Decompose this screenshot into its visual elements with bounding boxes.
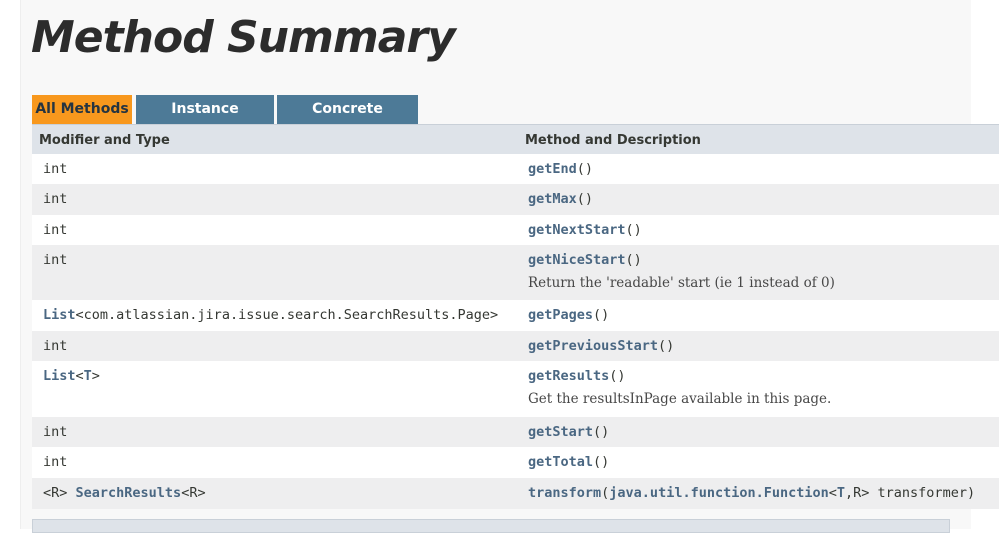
type-param-decl: <R> [43, 485, 76, 501]
params-rest: ,R> transformer) [845, 485, 976, 501]
method-link[interactable]: getPreviousStart [528, 338, 658, 354]
method-link[interactable]: getNextStart [528, 222, 626, 238]
tab-all-methods[interactable]: All Methods [32, 95, 132, 124]
table-row: int getEnd() [32, 154, 999, 184]
param-type-arg-link[interactable]: T [837, 485, 845, 501]
method-description: Get the resultsInPage available in this … [528, 391, 832, 407]
method-link[interactable]: getResults [528, 368, 609, 384]
column-header-method: Method and Description [525, 133, 701, 148]
method-signature: transform(java.util.function.Function<T,… [528, 485, 975, 501]
method-link[interactable]: getMax [528, 191, 577, 207]
method-params: () [593, 454, 610, 470]
table-row: int getTotal() [32, 447, 999, 478]
return-type: int [43, 338, 68, 354]
table-header: Modifier and Type Method and Description [32, 124, 999, 155]
method-params: () [625, 252, 642, 268]
method-link[interactable]: getPages [528, 307, 593, 323]
return-type: int [43, 222, 68, 238]
return-type: int [43, 252, 68, 268]
return-type: List<com.atlassian.jira.issue.search.Sea… [43, 307, 498, 323]
method-signature: getMax() [528, 191, 593, 207]
type-link[interactable]: List [43, 307, 76, 323]
method-signature: getStart() [528, 424, 609, 440]
type-generic: <com.atlassian.jira.issue.search.SearchR… [75, 307, 499, 323]
table-row: int getNiceStart() Return the 'readable'… [32, 245, 999, 300]
next-section-header [32, 519, 950, 533]
table-row: List<com.atlassian.jira.issue.search.Sea… [32, 300, 999, 331]
method-link[interactable]: transform [528, 485, 601, 501]
page-title: Method Summary [31, 12, 456, 63]
param-generic-open: < [828, 485, 837, 501]
method-signature: getPreviousStart() [528, 338, 674, 354]
method-signature: getNiceStart() [528, 252, 642, 268]
method-signature: getNextStart() [528, 222, 642, 238]
method-params: () [593, 424, 610, 440]
method-description: Return the 'readable' start (ie 1 instea… [528, 275, 835, 291]
table-row: <R> SearchResults<R> transform(java.util… [32, 478, 999, 509]
method-params: () [625, 222, 642, 238]
method-params: () [658, 338, 675, 354]
param-type-link[interactable]: java.util.function.Function [609, 485, 828, 501]
type-link[interactable]: List [43, 368, 76, 384]
tab-instance-methods[interactable]: Instance Methods [136, 95, 274, 146]
type-link[interactable]: SearchResults [76, 485, 182, 501]
type-generic-close: > [91, 368, 100, 384]
type-param-link[interactable]: T [84, 368, 92, 384]
return-type: int [43, 191, 68, 207]
table-row: int getNextStart() [32, 215, 999, 245]
return-type: int [43, 454, 68, 470]
return-type: <R> SearchResults<R> [43, 485, 206, 501]
table-row: int getPreviousStart() [32, 331, 999, 361]
type-generic: <R> [181, 485, 206, 501]
method-link[interactable]: getNiceStart [528, 252, 626, 268]
table-row: List<T> getResults() Get the resultsInPa… [32, 361, 999, 417]
type-generic-open: < [75, 368, 84, 384]
method-params: () [609, 368, 626, 384]
method-signature: getPages() [528, 307, 609, 323]
return-type: int [43, 161, 68, 177]
column-header-type: Modifier and Type [39, 133, 170, 148]
tab-concrete-methods[interactable]: Concrete Methods [277, 95, 418, 146]
method-params: () [576, 191, 594, 207]
method-params: () [593, 307, 610, 323]
return-type: List<T> [43, 368, 100, 384]
method-signature: getResults() [528, 368, 626, 384]
method-link[interactable]: getEnd [528, 161, 577, 177]
method-signature: getEnd() [528, 161, 593, 177]
method-params: () [576, 161, 594, 177]
method-signature: getTotal() [528, 454, 609, 470]
method-link[interactable]: getTotal [528, 454, 593, 470]
method-link[interactable]: getStart [528, 424, 593, 440]
table-row: int getStart() [32, 417, 999, 447]
return-type: int [43, 424, 68, 440]
table-row: int getMax() [32, 184, 999, 215]
